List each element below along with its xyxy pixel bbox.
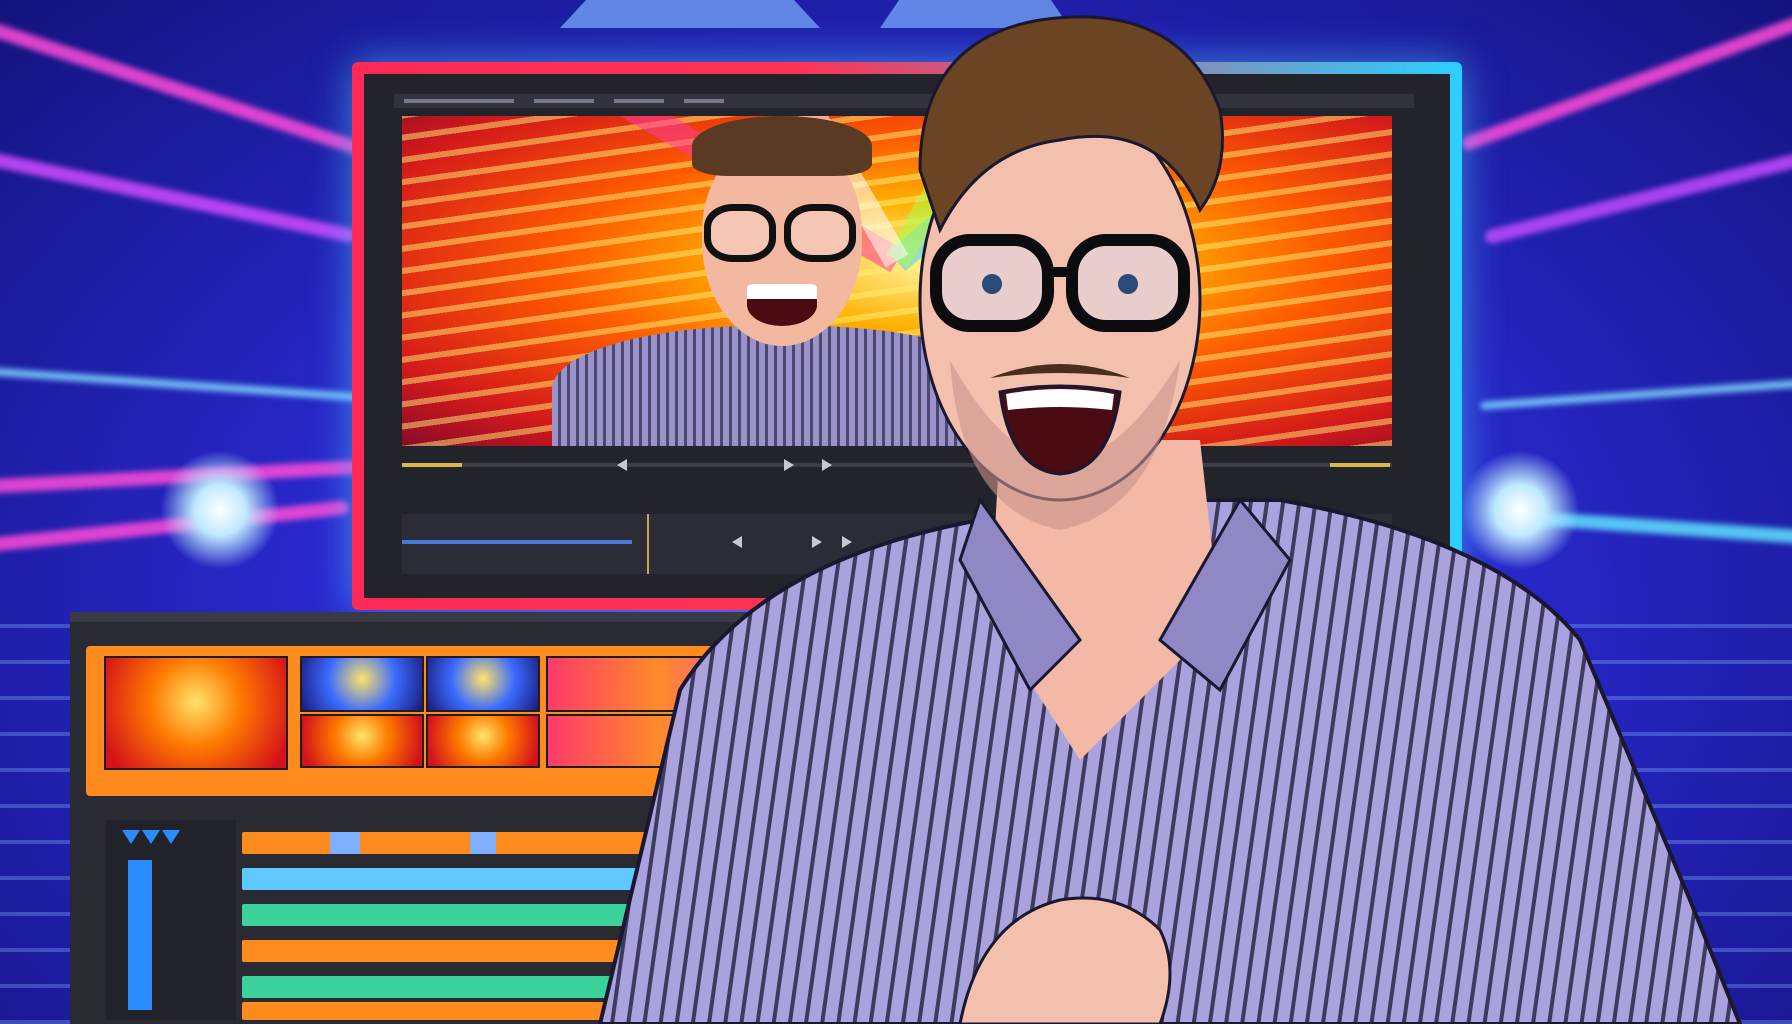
scene xyxy=(0,0,1792,1024)
clip-thumbnail[interactable] xyxy=(426,714,540,768)
video-clip[interactable] xyxy=(330,832,360,854)
foreground-person xyxy=(560,0,1792,1024)
marker-icon xyxy=(162,830,180,844)
light-flare xyxy=(160,450,280,570)
light-ray xyxy=(0,365,380,403)
host-eye xyxy=(1118,274,1138,294)
video-clip[interactable] xyxy=(470,832,496,854)
clip-thumbnail[interactable] xyxy=(300,714,424,768)
marker-icon xyxy=(122,830,140,844)
host-teeth xyxy=(1006,389,1114,410)
clip-thumbnail[interactable] xyxy=(300,656,424,712)
light-ray xyxy=(0,15,372,159)
clip-thumbnail[interactable] xyxy=(426,656,540,712)
audio-meter xyxy=(128,860,152,1010)
host-illustration xyxy=(597,15,1743,1024)
clip-thumbnail[interactable] xyxy=(104,656,288,770)
light-ray xyxy=(0,150,358,244)
track-header-panel xyxy=(106,820,236,1020)
menu-item xyxy=(404,99,514,103)
host-eye xyxy=(982,274,1002,294)
marker-icon xyxy=(142,830,160,844)
timecode-bar xyxy=(402,463,462,467)
